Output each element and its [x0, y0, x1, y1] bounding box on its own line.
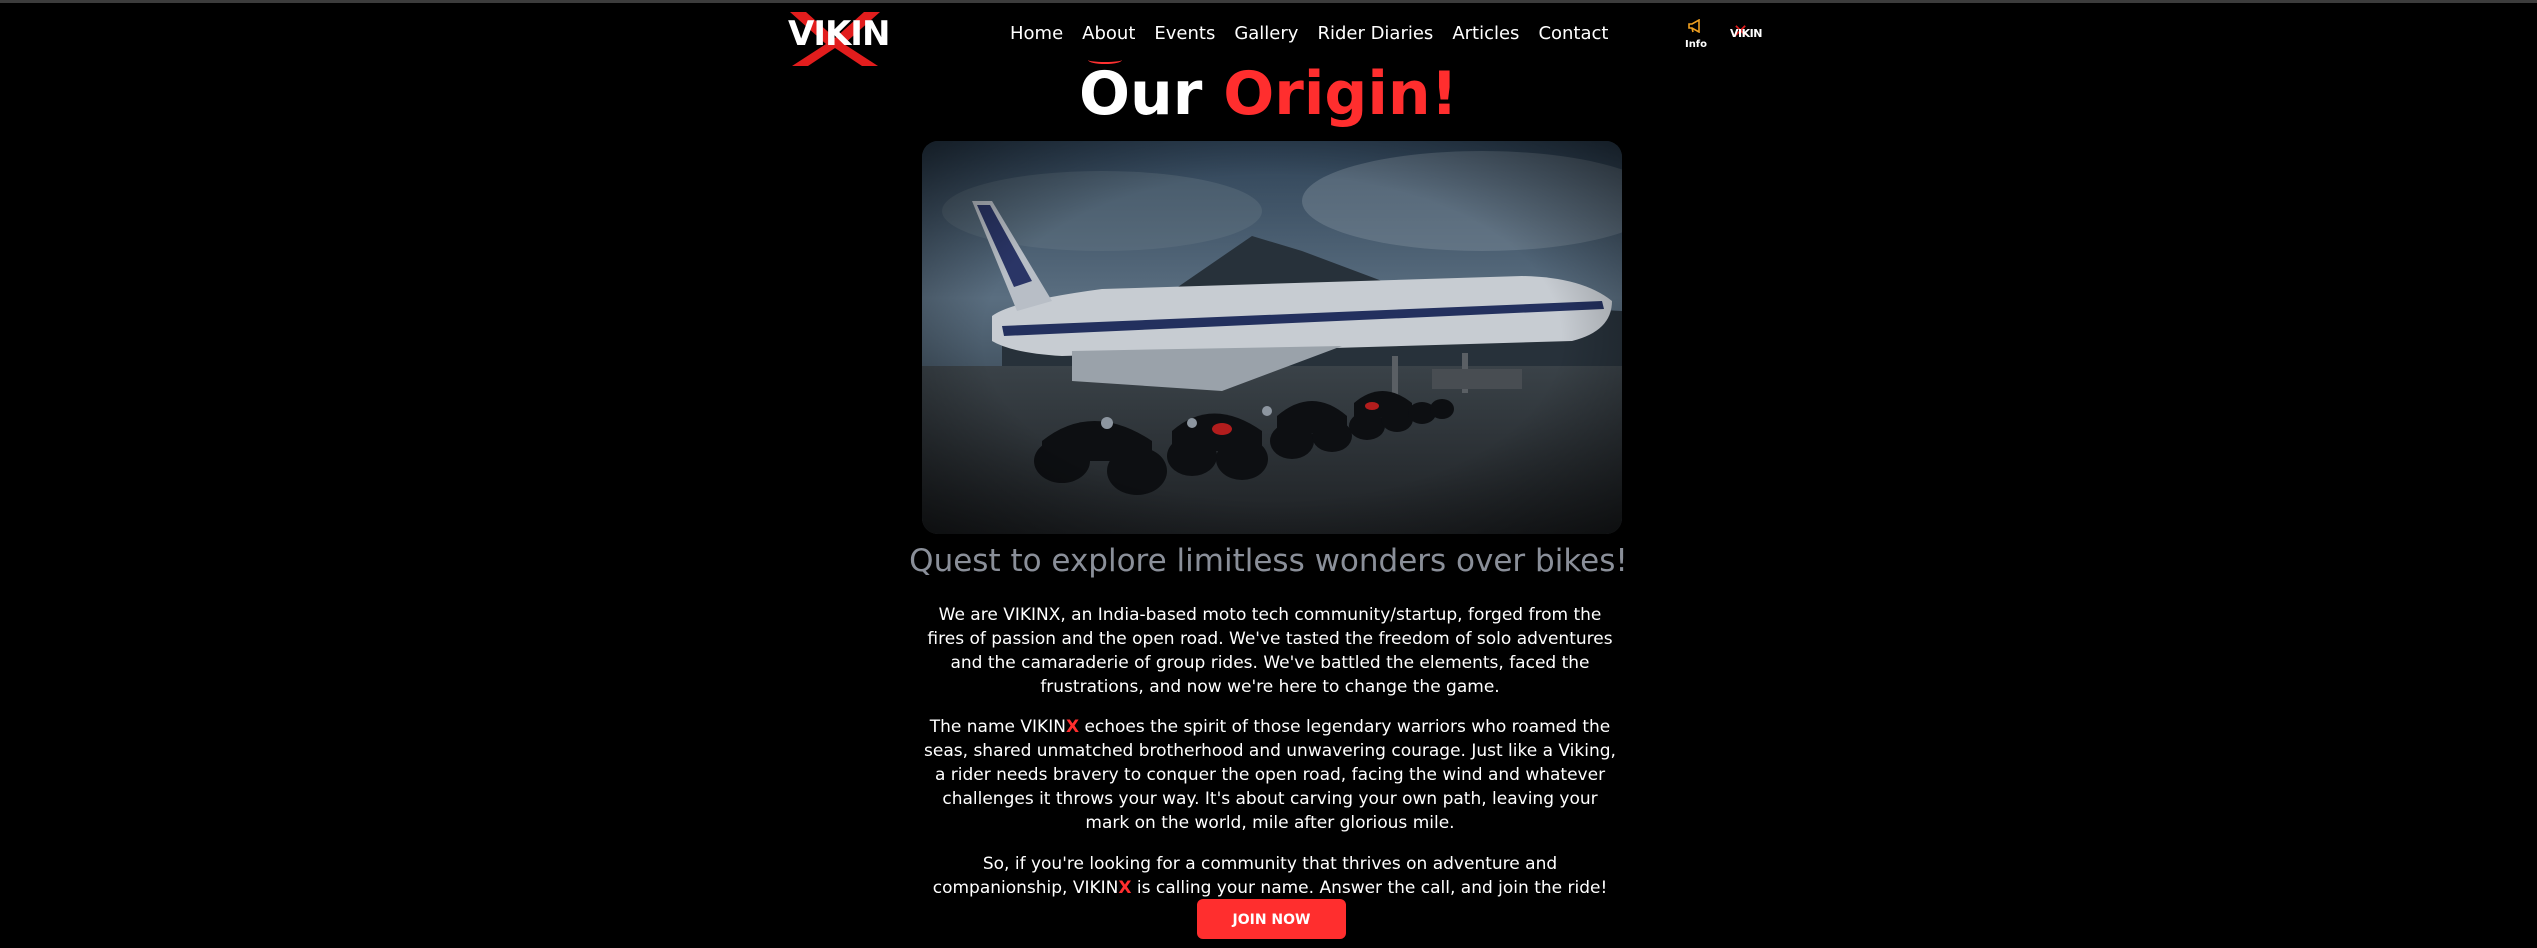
megaphone-icon — [1688, 18, 1700, 34]
logo-text: VIKIN — [788, 14, 890, 54]
hero-photo — [922, 141, 1622, 534]
call-paragraph: So, if you're looking for a community th… — [920, 852, 1620, 900]
info-label: Info — [1684, 39, 1708, 50]
nav-gallery[interactable]: Gallery — [1234, 22, 1298, 52]
nav-rider-diaries[interactable]: Rider Diaries — [1317, 22, 1433, 52]
section-subtitle: Quest to explore limitless wonders over … — [909, 543, 1628, 579]
title-part-1: Our — [1079, 59, 1203, 129]
nav-contact[interactable]: Contact — [1538, 22, 1608, 52]
p2-lead: The name VIKIN — [929, 717, 1066, 737]
photo-airplane-motorcycles-icon — [922, 141, 1622, 534]
nav-about[interactable]: About — [1082, 22, 1135, 64]
join-now-button[interactable]: JOIN NOW — [1197, 899, 1346, 939]
browser-top-border — [0, 0, 2537, 3]
info-button[interactable]: Info — [1680, 18, 1712, 50]
nav-home[interactable]: Home — [1010, 22, 1063, 52]
mini-logo[interactable]: VIKIN — [1730, 21, 1762, 42]
intro-paragraph: We are VIKINX, an India-based moto tech … — [927, 605, 1613, 697]
p3-rest: is calling your name. Answer the call, a… — [1131, 878, 1608, 898]
brand-x-mark: X — [1065, 717, 1080, 737]
brand-x-mark-2: X — [1118, 878, 1132, 898]
nav-events[interactable]: Events — [1154, 22, 1215, 52]
nav-articles[interactable]: Articles — [1452, 22, 1519, 52]
main-nav: Home About Events Gallery Rider Diaries … — [1010, 22, 1627, 64]
name-paragraph: The name VIKINX echoes the spirit of tho… — [920, 715, 1620, 835]
title-part-2: Origin! — [1223, 59, 1458, 129]
page-title: Our Origin! — [0, 58, 2537, 130]
